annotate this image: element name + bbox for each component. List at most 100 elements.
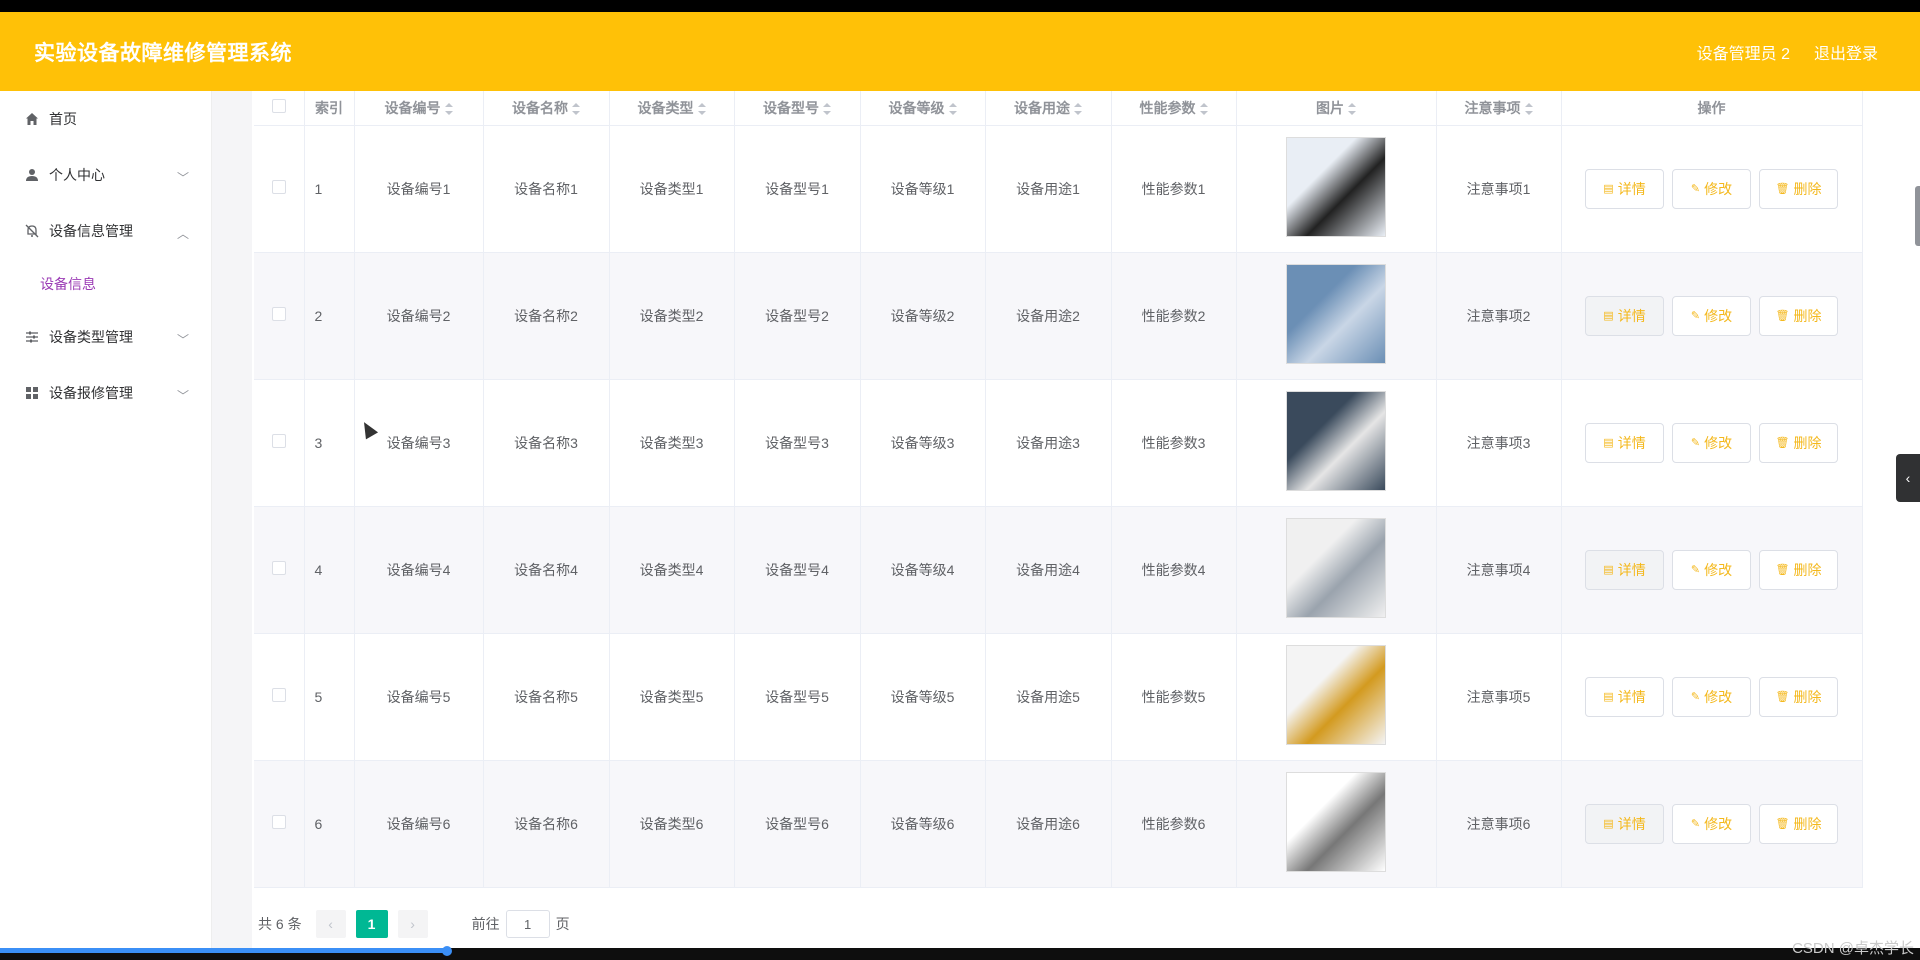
row-actions: ▤ 详情 ✎ 修改 🗑 删除	[1562, 295, 1862, 336]
goto-page: 前往 页	[472, 910, 570, 938]
sidebar-item-label: 设备信息管理	[49, 223, 133, 239]
row-checkbox[interactable]	[271, 307, 286, 321]
column-header-sortable[interactable]: 注意事项	[1436, 91, 1562, 126]
sort-icon[interactable]	[1524, 103, 1533, 116]
edit-icon: ✎	[1690, 310, 1701, 322]
cell-notes: 注意事项3	[1436, 379, 1562, 507]
detail-button[interactable]: ▤ 详情	[1585, 168, 1664, 209]
device-image[interactable]	[1286, 391, 1386, 491]
cell-name: 设备名称3	[483, 379, 610, 507]
sidebar-item-repair-mgmt[interactable]: 设备报修管理 ﹀	[0, 365, 211, 421]
cell-model: 设备型号2	[734, 252, 861, 380]
sort-icon[interactable]	[823, 103, 831, 116]
row-checkbox[interactable]	[271, 815, 286, 829]
column-header-sortable[interactable]: 设备名称	[483, 91, 610, 126]
row-select-cell	[254, 633, 305, 761]
collapse-panel-button[interactable]: ‹	[1896, 454, 1920, 502]
sort-icon[interactable]	[1348, 103, 1356, 116]
column-header-sortable[interactable]: 设备型号	[734, 91, 861, 126]
sidebar-item-device-info-mgmt[interactable]: 设备信息管理 ︿	[0, 203, 211, 259]
select-all-checkbox[interactable]	[271, 99, 286, 114]
sidebar-item-profile[interactable]: 个人中心 ﹀	[0, 147, 211, 203]
detail-button[interactable]: ▤ 详情	[1585, 295, 1664, 336]
sort-icon[interactable]	[444, 103, 453, 116]
trash-icon: 🗑	[1775, 564, 1790, 576]
edit-button[interactable]: ✎ 修改	[1672, 168, 1751, 209]
delete-button[interactable]: 🗑 删除	[1759, 549, 1838, 590]
video-progress-bar[interactable]: CSDN @卓杰学长	[0, 940, 1920, 960]
column-header-label: 注意事项	[1464, 99, 1521, 116]
next-page-button[interactable]: ›	[397, 910, 428, 938]
row-select-cell	[254, 125, 305, 253]
detail-button[interactable]: ▤ 详情	[1585, 676, 1664, 717]
sort-icon[interactable]	[1199, 103, 1208, 116]
page-number-current[interactable]: 1	[355, 910, 388, 938]
cell-params: 性能参数6	[1111, 760, 1237, 888]
delete-button[interactable]: 🗑 删除	[1759, 676, 1838, 717]
logout-button[interactable]: 退出登录	[1814, 40, 1878, 64]
row-checkbox[interactable]	[271, 561, 286, 575]
table-header-row: 索引 设备编号 设备名称 设备类型 设备型号 设备等级 设备用途 性能参数 图片…	[254, 91, 1863, 126]
cell-name: 设备名称6	[483, 760, 610, 888]
device-image[interactable]	[1286, 645, 1386, 745]
delete-button[interactable]: 🗑 删除	[1759, 295, 1838, 336]
row-actions: ▤ 详情 ✎ 修改 🗑 删除	[1562, 549, 1862, 590]
document-icon: ▤	[1603, 818, 1614, 830]
device-image[interactable]	[1286, 137, 1386, 237]
delete-button[interactable]: 🗑 删除	[1759, 422, 1838, 463]
cell-actions: ▤ 详情 ✎ 修改 🗑 删除	[1561, 633, 1863, 761]
row-select-cell	[254, 252, 305, 380]
bell-off-icon	[24, 223, 40, 239]
edit-button[interactable]: ✎ 修改	[1672, 422, 1751, 463]
trash-icon: 🗑	[1775, 691, 1790, 703]
delete-button[interactable]: 🗑 删除	[1759, 168, 1838, 209]
chevron-right-icon: ›	[410, 916, 415, 932]
column-header-sortable[interactable]: 性能参数	[1111, 91, 1237, 126]
edit-button[interactable]: ✎ 修改	[1672, 803, 1751, 844]
cell-usage: 设备用途6	[985, 760, 1112, 888]
column-header-sortable[interactable]: 设备等级	[860, 91, 986, 126]
cell-index: 2	[304, 252, 355, 380]
sidebar-item-device-type-mgmt[interactable]: 设备类型管理 ﹀	[0, 309, 211, 365]
sort-icon[interactable]	[948, 103, 957, 116]
device-image[interactable]	[1286, 264, 1386, 364]
sort-icon[interactable]	[697, 103, 706, 116]
row-checkbox[interactable]	[271, 688, 286, 702]
column-header-sortable[interactable]: 设备编号	[354, 91, 484, 126]
column-header-sortable[interactable]: 设备用途	[985, 91, 1112, 126]
edit-button[interactable]: ✎ 修改	[1672, 676, 1751, 717]
detail-button[interactable]: ▤ 详情	[1585, 803, 1664, 844]
device-image[interactable]	[1286, 772, 1386, 872]
row-actions: ▤ 详情 ✎ 修改 🗑 删除	[1562, 676, 1862, 717]
edit-button[interactable]: ✎ 修改	[1672, 549, 1751, 590]
table-row: 2 设备编号2 设备名称2 设备类型2 设备型号2 设备等级2 设备用途2 性能参数2 注意事项…	[254, 252, 1863, 380]
cell-type: 设备类型6	[609, 760, 735, 888]
sort-icon[interactable]	[1074, 103, 1082, 116]
sidebar-item-home[interactable]: 首页	[0, 91, 211, 147]
device-image[interactable]	[1286, 518, 1386, 618]
row-checkbox[interactable]	[271, 180, 286, 194]
chevron-down-icon: ﹀	[176, 171, 189, 185]
edit-icon: ✎	[1690, 564, 1701, 576]
delete-button[interactable]: 🗑 删除	[1759, 803, 1838, 844]
row-select-cell	[254, 379, 305, 507]
row-checkbox[interactable]	[271, 434, 286, 448]
column-header-sortable[interactable]: 图片	[1236, 91, 1437, 126]
prev-page-button[interactable]: ‹	[315, 910, 346, 938]
detail-button[interactable]: ▤ 详情	[1585, 422, 1664, 463]
goto-page-input[interactable]	[505, 910, 550, 938]
user-icon	[24, 167, 40, 183]
current-user[interactable]: 设备管理员 2	[1697, 40, 1790, 64]
sort-icon[interactable]	[572, 103, 580, 116]
cell-type: 设备类型2	[609, 252, 735, 380]
cell-usage: 设备用途5	[985, 633, 1112, 761]
progress-handle[interactable]	[442, 946, 452, 956]
page-scrollbar[interactable]	[1915, 186, 1920, 246]
detail-button[interactable]: ▤ 详情	[1585, 549, 1664, 590]
sidebar-subitem-device-info[interactable]: 设备信息	[0, 259, 211, 309]
column-header-sortable[interactable]: 设备类型	[609, 91, 735, 126]
edit-button[interactable]: ✎ 修改	[1672, 295, 1751, 336]
column-header: 操作	[1561, 91, 1863, 126]
cell-model: 设备型号3	[734, 379, 861, 507]
cell-index: 1	[304, 125, 355, 253]
